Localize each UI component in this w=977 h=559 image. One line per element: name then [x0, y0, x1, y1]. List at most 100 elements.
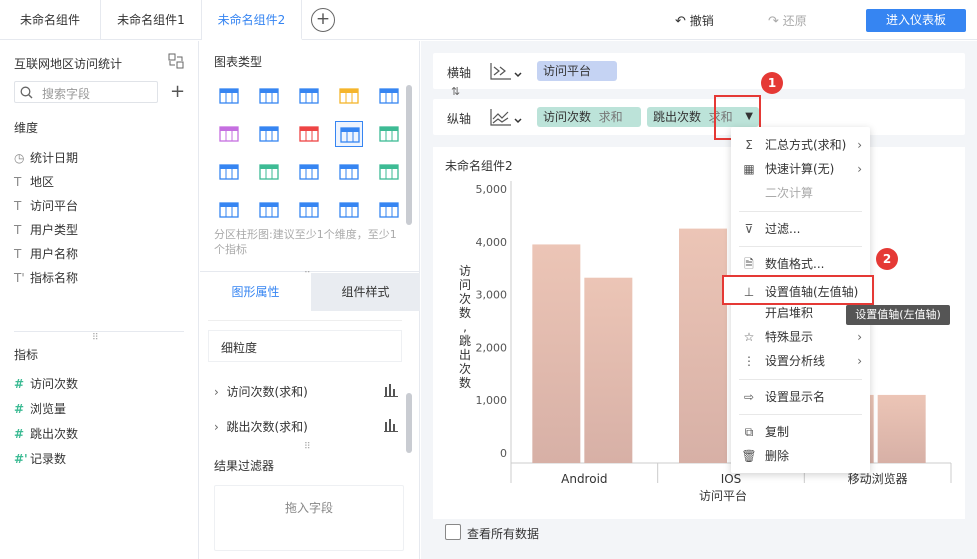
trash-icon: 🗑	[741, 449, 757, 463]
range-bar-icon[interactable]	[298, 163, 320, 181]
x-axis-field-pill[interactable]: 访问平台	[537, 61, 617, 81]
menu-item-delete[interactable]: 🗑 删除	[731, 444, 870, 468]
scatter-icon[interactable]	[298, 201, 320, 219]
axis-chart-type-icon[interactable]	[489, 61, 523, 81]
menu-item-aggregate[interactable]: Σ 汇总方式(求和) ›	[731, 133, 870, 157]
metric-item[interactable]: # 浏览量	[14, 400, 66, 418]
table-icon[interactable]	[218, 87, 240, 105]
text-icon: T	[14, 175, 22, 189]
bar-chart-icon[interactable]	[384, 418, 398, 432]
drag-handle[interactable]: ⠿	[304, 442, 311, 452]
menu-item-number-format[interactable]: 🗎 数值格式...	[731, 252, 870, 276]
undo-button[interactable]: ↶ 撤销	[675, 12, 714, 29]
menu-item-quick-calc[interactable]: ▦ 快速计算(无) ›	[731, 157, 870, 181]
bullet-icon[interactable]	[258, 163, 280, 181]
y-pill-name: 访问次数	[543, 110, 592, 124]
bar-chart-icon[interactable]	[384, 383, 398, 397]
dimension-item[interactable]: ◷ 统计日期	[14, 149, 78, 167]
metric-item[interactable]: # 跳出次数	[14, 425, 78, 443]
hash-icon: #	[14, 427, 25, 441]
dimension-title: 维度	[14, 121, 39, 135]
show-all-checkbox[interactable]	[445, 524, 461, 540]
axis-chart-type-icon[interactable]	[489, 107, 523, 127]
bar[interactable]	[532, 244, 581, 463]
y-axis-title-char: 数	[459, 305, 471, 320]
y-axis-field-pill-1[interactable]: 访问次数 求和	[537, 107, 641, 127]
bubble-icon[interactable]	[338, 201, 360, 219]
y-tick-label: 1,000	[476, 394, 508, 407]
heatmap-icon[interactable]	[298, 125, 320, 143]
x-axis-title: 访问平台	[699, 488, 747, 503]
menu-item-special-display[interactable]: ☆ 特殊显示 ›	[731, 325, 870, 349]
menu-label: 快速计算(无)	[765, 162, 835, 176]
bar[interactable]	[679, 228, 727, 463]
hash-icon: #	[14, 402, 25, 416]
tab-component-0[interactable]: 未命名组件	[0, 0, 101, 40]
redo-label: 还原	[782, 14, 807, 28]
switch-dataset-icon[interactable]	[168, 53, 184, 69]
undo-icon: ↶	[675, 14, 686, 29]
field-prop-row[interactable]: › 跳出次数(求和)	[214, 418, 394, 435]
menu-item-analysis-line[interactable]: ⋮ 设置分析线 ›	[731, 349, 870, 373]
bar[interactable]	[877, 394, 926, 463]
line-icon[interactable]	[338, 163, 360, 181]
tab-component-2[interactable]: 未命名组件2	[202, 0, 302, 40]
area-icon[interactable]	[258, 201, 280, 219]
y-pill-name: 跳出次数	[653, 110, 702, 124]
dimension-item[interactable]: T 用户类型	[14, 221, 78, 239]
menu-item-copy[interactable]: ⧉ 复制	[731, 420, 870, 444]
tab-graphic-props[interactable]: 图形属性	[200, 273, 311, 311]
dimension-label: 访问平台	[30, 199, 79, 213]
column-icon[interactable]	[218, 163, 240, 181]
scrollbar-thumb[interactable]	[406, 85, 412, 225]
enter-dashboard-button[interactable]: 进入仪表板	[866, 9, 966, 32]
dimension-item[interactable]: T 用户名称	[14, 245, 78, 263]
cross-table-icon[interactable]	[258, 87, 280, 105]
menu-item-display-name[interactable]: ⇨ 设置显示名	[731, 385, 870, 409]
y-axis-title-char: 访	[459, 264, 471, 278]
dimension-item[interactable]: T' 指标名称	[14, 269, 78, 287]
dot-table-icon[interactable]	[258, 125, 280, 143]
x-axis-shelf[interactable]: 横轴 访问平台	[433, 53, 965, 89]
field-prop-row[interactable]: › 访问次数(求和)	[214, 383, 394, 400]
heat-table-icon[interactable]	[218, 125, 240, 143]
bar-icon[interactable]	[378, 125, 400, 143]
drag-handle[interactable]: ⠿	[92, 333, 99, 343]
granularity-row[interactable]: 细粒度	[208, 330, 402, 362]
kpi-icon[interactable]	[378, 87, 400, 105]
drop-hint: 拖入字段	[284, 501, 333, 515]
redo-button[interactable]: ↷ 还原	[768, 12, 807, 29]
dimension-label: 指标名称	[30, 271, 79, 285]
pie-icon[interactable]	[378, 201, 400, 219]
radar-icon[interactable]	[218, 201, 240, 219]
y-tick-label: 3,000	[476, 289, 508, 302]
metric-item[interactable]: # 访问次数	[14, 375, 78, 393]
swap-axes-icon[interactable]: ⇅	[451, 85, 460, 98]
field-search-input[interactable]: 搜索字段	[14, 81, 158, 103]
scrollbar-thumb[interactable]	[406, 393, 412, 453]
bar[interactable]	[584, 277, 633, 463]
dimension-item[interactable]: T 地区	[14, 173, 54, 191]
granularity-label: 细粒度	[221, 341, 258, 355]
dimension-label: 统计日期	[30, 151, 79, 165]
add-field-button[interactable]: +	[170, 81, 185, 102]
grouped-bar-icon[interactable]	[335, 121, 363, 147]
metric-item[interactable]: #' 记录数	[14, 450, 66, 468]
copy-icon: ⧉	[744, 425, 754, 439]
tab-component-style[interactable]: 组件样式	[311, 273, 420, 311]
divider	[14, 331, 184, 332]
detail-table-icon[interactable]	[298, 87, 320, 105]
dimension-item[interactable]: T 访问平台	[14, 197, 78, 215]
tab-component-1[interactable]: 未命名组件1	[101, 0, 202, 40]
y-axis-label: 纵轴	[447, 112, 472, 126]
search-placeholder: 搜索字段	[42, 87, 91, 101]
filter-drop-zone[interactable]: 拖入字段	[214, 485, 404, 551]
redo-icon: ↷	[768, 14, 779, 29]
color-table-icon[interactable]	[338, 87, 360, 105]
add-tab-button[interactable]: +	[311, 8, 335, 32]
area-line-icon[interactable]	[378, 163, 400, 181]
y-axis-shelf[interactable]: 纵轴 访问次数 求和 跳出次数 求和 ▼	[433, 99, 965, 135]
hash-icon: #'	[14, 452, 28, 466]
menu-item-filter[interactable]: ⊽ 过滤...	[731, 217, 870, 241]
dataset-title: 互联网地区访问统计	[14, 57, 123, 71]
